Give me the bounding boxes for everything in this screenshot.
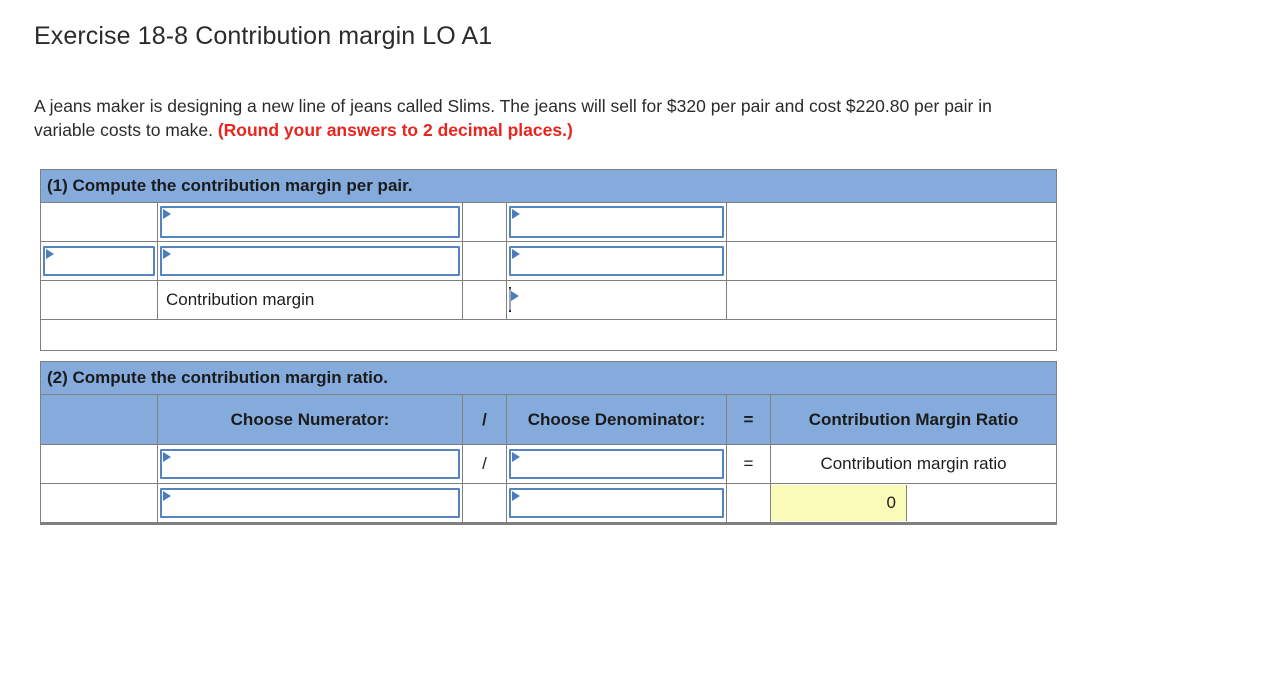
problem-statement: A jeans maker is designing a new line of…	[34, 94, 1034, 142]
contribution-margin-answer-input[interactable]	[509, 287, 519, 312]
exercise-page: Exercise 18-8 Contribution margin LO A1 …	[0, 0, 1286, 690]
part1-banner-row: (1) Compute the contribution margin per …	[39, 169, 1058, 203]
table-row: 0	[40, 483, 1058, 525]
numerator-select-row2[interactable]	[160, 488, 460, 518]
contribution-margin-answer-cell	[506, 280, 727, 320]
dropdown-triangle-icon	[512, 452, 520, 462]
numerator-select-row1-value	[162, 451, 458, 455]
page-title: Exercise 18-8 Contribution margin LO A1	[34, 22, 493, 50]
p2r2-result-cell: 0	[769, 483, 1058, 525]
p2r2-denominator-cell	[506, 483, 727, 525]
p1r1-gap	[462, 202, 507, 242]
part2-banner-row: (2) Compute the contribution margin rati…	[39, 361, 1058, 395]
p1r2-value-select-cell	[506, 241, 727, 281]
denominator-select-row1-value	[511, 451, 722, 455]
dropdown-triangle-icon	[512, 491, 520, 501]
header-divide-operator: /	[462, 394, 507, 445]
denominator-select-row1[interactable]	[509, 449, 724, 479]
p1r2-value-select[interactable]	[509, 246, 724, 276]
p1r2-col1-select-value	[45, 248, 153, 252]
contribution-margin-label: Contribution margin	[157, 280, 463, 320]
p1r2-label-select[interactable]	[160, 246, 460, 276]
p1r2-col5	[725, 241, 1058, 281]
table-row	[40, 202, 1058, 242]
p2r2-col1	[40, 483, 158, 525]
dropdown-triangle-icon	[163, 209, 171, 219]
part2-table: (2) Compute the contribution margin rati…	[39, 361, 1058, 525]
dropdown-triangle-icon	[512, 209, 520, 219]
denominator-select-row2-value	[511, 490, 722, 494]
p1r2-col1-select-cell	[40, 241, 158, 281]
p2r2-divide-operator	[462, 483, 507, 525]
header-blank	[40, 394, 158, 445]
part1-table: (1) Compute the contribution margin per …	[39, 169, 1058, 351]
p1r1-value-select-value	[511, 208, 722, 212]
table-row: / = Contribution margin ratio	[40, 444, 1058, 484]
part2-header-row: Choose Numerator: / Choose Denominator: …	[40, 394, 1058, 445]
denominator-select-row2[interactable]	[509, 488, 724, 518]
dropdown-triangle-icon	[512, 249, 520, 259]
p2r1-denominator-cell	[506, 444, 727, 484]
header-equals-operator: =	[726, 394, 771, 445]
p1r2-label-select-cell	[157, 241, 463, 281]
p2r2-equals-operator	[726, 483, 771, 525]
p1r3-col5	[725, 280, 1058, 320]
p1r1-col5	[725, 202, 1058, 242]
table-row: Contribution margin	[40, 280, 1058, 320]
dropdown-triangle-icon	[163, 491, 171, 501]
p1r2-col1-select[interactable]	[43, 246, 155, 276]
p1r3-col1	[40, 280, 158, 320]
part1-spacer	[39, 319, 1058, 351]
numerator-select-row1[interactable]	[160, 449, 460, 479]
part1-banner: (1) Compute the contribution margin per …	[39, 169, 1058, 203]
p1r1-col1	[40, 202, 158, 242]
p1r1-value-select[interactable]	[509, 206, 724, 238]
p2r1-divide-operator: /	[462, 444, 507, 484]
contribution-margin-ratio-answer[interactable]: 0	[771, 485, 907, 521]
dropdown-triangle-icon	[46, 249, 54, 259]
p1r1-value-select-cell	[506, 202, 727, 242]
dropdown-triangle-icon	[163, 249, 171, 259]
rounding-instruction: (Round your answers to 2 decimal places.…	[217, 120, 573, 140]
p1r1-label-select-value	[162, 208, 458, 212]
header-numerator: Choose Numerator:	[157, 394, 463, 445]
p2r1-numerator-cell	[157, 444, 463, 484]
contribution-margin-ratio-label: Contribution margin ratio	[769, 444, 1058, 484]
dropdown-triangle-icon	[511, 291, 519, 301]
table-row	[40, 241, 1058, 281]
part2-banner: (2) Compute the contribution margin rati…	[39, 361, 1058, 395]
dropdown-triangle-icon	[163, 452, 171, 462]
p1r2-value-select-value	[511, 248, 722, 252]
part1-spacer-row	[39, 319, 1058, 351]
p1r2-label-select-value	[162, 248, 458, 252]
p1r1-label-select[interactable]	[160, 206, 460, 238]
p1r2-gap	[462, 241, 507, 281]
p1r1-label-select-cell	[157, 202, 463, 242]
header-denominator: Choose Denominator:	[506, 394, 727, 445]
numerator-select-row2-value	[162, 490, 458, 494]
p2r1-equals-operator: =	[726, 444, 771, 484]
p2r1-col1	[40, 444, 158, 484]
header-contribution-margin-ratio: Contribution Margin Ratio	[769, 394, 1058, 445]
p2r2-numerator-cell	[157, 483, 463, 525]
p1r3-gap	[462, 280, 507, 320]
